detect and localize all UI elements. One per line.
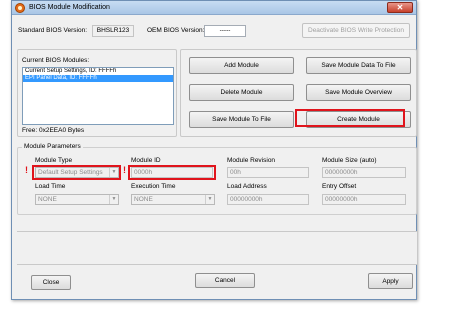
save-module-data-button[interactable]: Save Module Data To File (306, 57, 411, 74)
create-module-highlight (295, 109, 405, 127)
status-area (17, 231, 417, 265)
delete-module-button[interactable]: Delete Module (189, 84, 294, 101)
module-revision-field[interactable]: 00h (227, 167, 309, 178)
apply-button[interactable]: Apply (368, 273, 413, 289)
bios-app-icon (15, 3, 25, 13)
list-item[interactable]: EPI Panel Data, ID: FFFFh (23, 75, 173, 82)
modules-listbox[interactable]: Current Setup Settings, ID: FFFFh EPI Pa… (22, 67, 174, 125)
oem-bios-label: OEM BIOS Version: (147, 27, 205, 34)
module-size-label: Module Size (auto) (322, 157, 377, 164)
save-module-to-file-button[interactable]: Save Module To File (189, 111, 294, 128)
module-revision-label: Module Revision (227, 157, 276, 164)
load-time-select[interactable]: NONE ▼ (35, 194, 119, 205)
free-bytes-text: Free: 0x2EEA0 Bytes (22, 127, 85, 134)
module-type-warning-icon: ! (25, 165, 28, 175)
modules-panel: Current BIOS Modules: Current Setup Sett… (17, 49, 177, 137)
current-modules-label: Current BIOS Modules: (22, 57, 90, 64)
module-id-label: Module ID (131, 157, 161, 164)
chevron-down-icon: ▼ (205, 195, 214, 204)
execution-time-value: NONE (134, 196, 153, 203)
standard-bios-version-field: BHSLR123 (92, 25, 134, 37)
oem-bios-version-field[interactable]: ----- (204, 25, 246, 37)
module-type-label: Module Type (35, 157, 73, 164)
entry-offset-label: Entry Offset (322, 183, 357, 190)
standard-bios-label: Standard BIOS Version: (18, 27, 88, 34)
module-parameters-title: Module Parameters (22, 143, 83, 150)
cancel-button[interactable]: Cancel (195, 273, 255, 288)
execution-time-label: Execution Time (131, 183, 176, 190)
module-id-warning-icon: ! (123, 165, 126, 175)
module-type-highlight (32, 165, 121, 180)
load-time-value: NONE (38, 196, 57, 203)
entry-offset-field[interactable]: 00000000h (322, 194, 406, 205)
deactivate-write-protection-button[interactable]: Deactivate BIOS Write Protection (302, 23, 410, 38)
close-window-button[interactable]: ✕ (387, 2, 413, 13)
load-time-label: Load Time (35, 183, 66, 190)
load-address-field[interactable]: 00000000h (227, 194, 309, 205)
save-module-overview-button[interactable]: Save Module Overview (306, 84, 411, 101)
bios-module-window: BIOS Module Modification ✕ Standard BIOS… (11, 0, 417, 300)
execution-time-select[interactable]: NONE ▼ (131, 194, 215, 205)
window-title: BIOS Module Modification (29, 4, 110, 11)
add-module-button[interactable]: Add Module (189, 57, 294, 74)
module-size-field: 00000000h (322, 167, 406, 178)
list-item[interactable]: Current Setup Settings, ID: FFFFh (23, 68, 173, 75)
close-button[interactable]: Close (31, 275, 71, 290)
load-address-label: Load Address (227, 183, 267, 190)
chevron-down-icon: ▼ (109, 195, 118, 204)
module-id-highlight (128, 165, 216, 180)
title-bar[interactable]: BIOS Module Modification ✕ (12, 1, 416, 15)
